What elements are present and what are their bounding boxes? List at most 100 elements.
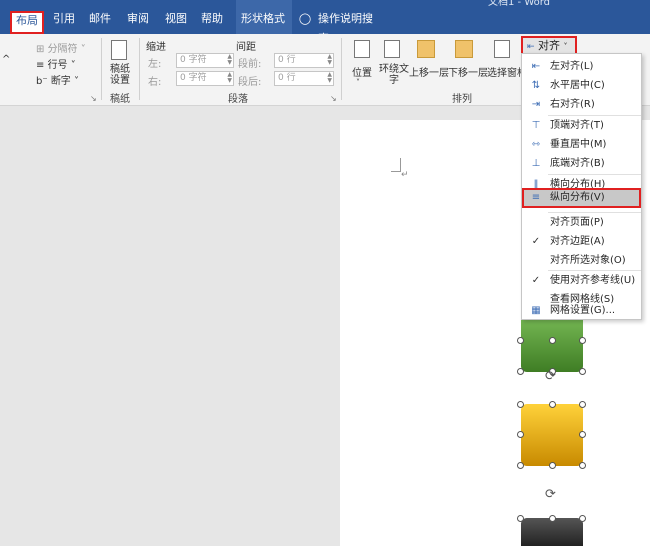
menu-item-label: 纵向分布(V): [550, 192, 605, 203]
menu-item-label: 右对齐(R): [550, 99, 595, 110]
chevron-down-icon: ˅: [563, 42, 568, 51]
window-title: 文档1 - Word: [488, 0, 551, 8]
resize-handle[interactable]: [517, 337, 524, 344]
resize-handle[interactable]: [517, 368, 524, 375]
checkmark-icon: ✓: [531, 275, 541, 286]
hyphenation-button[interactable]: b⁻ 断字 ˅: [36, 72, 79, 87]
manuscript-group-label: 稿纸: [110, 94, 130, 105]
tab-review[interactable]: 审阅: [126, 9, 150, 29]
resize-handle[interactable]: [549, 401, 556, 408]
indent-label: 缩进: [146, 42, 166, 53]
align-bottom-icon: ⊥: [531, 158, 541, 169]
tab-help[interactable]: 帮助: [200, 9, 224, 29]
indent-left-label: 左:: [148, 59, 162, 70]
align-left-icon: ⇤: [531, 61, 541, 72]
bring-forward-button[interactable]: 上移一层: [409, 64, 449, 79]
align-right-icon: ⇥: [531, 99, 541, 110]
position-icon: [354, 40, 370, 58]
indent-left-input[interactable]: 0 字符 ▲ ▼: [176, 53, 234, 68]
ribbon-separator: [101, 38, 102, 100]
align-label: 对齐: [538, 39, 561, 52]
selection-pane-icon: [494, 40, 510, 58]
menu-item-label: 对齐边距(A): [550, 236, 605, 247]
line-numbers-button[interactable]: ≡ 行号 ˅: [36, 56, 76, 71]
spacing-label: 间距: [236, 42, 256, 53]
resize-handle[interactable]: [549, 462, 556, 469]
menu-item-label: 网格设置(G)...: [550, 305, 616, 316]
paragraph-mark-icon: ↵: [401, 170, 409, 180]
menu-item-label: 左对齐(L): [550, 61, 594, 72]
tell-me-search[interactable]: 操作说明搜索: [318, 9, 378, 45]
send-backward-icon: [455, 40, 473, 58]
menu-item-align-selected[interactable]: 对齐所选对象(O): [522, 251, 641, 270]
tab-view[interactable]: 视图: [164, 9, 188, 29]
resize-handle[interactable]: [579, 515, 586, 522]
grid-settings-icon: ▦: [531, 305, 541, 316]
resize-handle[interactable]: [549, 515, 556, 522]
indent-right-input[interactable]: 0 字符 ▲ ▼: [176, 71, 234, 86]
hyphenation-label: 断字: [50, 76, 71, 87]
menu-item-grid-settings[interactable]: ▦ 网格设置(G)...: [522, 301, 641, 320]
align-middle-icon: ⇿: [531, 139, 541, 150]
align-center-icon: ⇅: [531, 80, 541, 91]
menu-item-distribute-vertical[interactable]: ≡ 纵向分布(V): [522, 188, 641, 208]
resize-handle[interactable]: [579, 368, 586, 375]
tab-layout[interactable]: 布局: [10, 11, 44, 34]
resize-handle[interactable]: [549, 337, 556, 344]
resize-handle[interactable]: [517, 401, 524, 408]
menu-item-align-top[interactable]: ⊤ 顶端对齐(T): [522, 116, 641, 135]
page-setup-launcher-icon[interactable]: ↘: [90, 94, 97, 103]
resize-handle[interactable]: [517, 462, 524, 469]
breaks-label: 分隔符: [47, 44, 78, 55]
menu-item-align-left[interactable]: ⇤ 左对齐(L): [522, 57, 641, 76]
indent-right-label: 右:: [148, 77, 162, 88]
ribbon-tab-bar: 文档1 - Word 布局 引用 邮件 审阅 视图 帮助 形状格式 ◯ 操作说明…: [0, 0, 650, 45]
menu-item-align-to-page[interactable]: 对齐页面(P): [522, 213, 641, 232]
spacing-after-label: 段后:: [238, 77, 262, 88]
menu-item-align-to-margin[interactable]: ✓ 对齐边距(A): [522, 232, 641, 251]
tab-references[interactable]: 引用: [52, 9, 76, 29]
shape-dark[interactable]: [521, 518, 583, 546]
resize-handle[interactable]: [579, 401, 586, 408]
menu-item-use-alignment-guides[interactable]: ✓ 使用对齐参考线(U): [522, 271, 641, 290]
resize-handle[interactable]: [579, 337, 586, 344]
menu-item-label: 使用对齐参考线(U): [550, 275, 636, 286]
spacing-before-input[interactable]: 0 行 ▲ ▼: [274, 53, 334, 68]
spacing-before-value: 0 行: [278, 55, 296, 65]
spacing-before-label: 段前:: [238, 59, 262, 70]
wrap-text-button[interactable]: 环绕文 字: [379, 64, 409, 86]
rotate-handle-icon[interactable]: ⟳: [545, 487, 556, 502]
position-chevron-icon[interactable]: ˅: [356, 78, 360, 87]
line-numbers-label: 行号: [47, 60, 68, 71]
bring-forward-icon: [417, 40, 435, 58]
menu-item-label: 底端对齐(B): [550, 158, 605, 169]
resize-handle[interactable]: [579, 431, 586, 438]
position-button[interactable]: 位置: [352, 64, 372, 79]
menu-item-label: 顶端对齐(T): [550, 120, 604, 131]
send-backward-button[interactable]: 下移一层: [448, 64, 488, 79]
resize-handle[interactable]: [579, 462, 586, 469]
manuscript-settings-button[interactable]: 稿纸 设置: [110, 64, 130, 86]
menu-item-align-center[interactable]: ⇅ 水平居中(C): [522, 76, 641, 95]
rotate-handle-icon[interactable]: ⟳: [545, 369, 556, 384]
paragraph-launcher-icon[interactable]: ↘: [330, 94, 337, 103]
resize-handle[interactable]: [517, 431, 524, 438]
menu-item-align-right[interactable]: ⇥ 右对齐(R): [522, 95, 641, 114]
shape-gold[interactable]: [521, 404, 583, 466]
indent-left-value: 0 字符: [180, 55, 207, 65]
margin-corner-mark: [391, 158, 401, 172]
resize-handle[interactable]: [517, 515, 524, 522]
spacing-after-input[interactable]: 0 行 ▲ ▼: [274, 71, 334, 86]
menu-item-align-bottom[interactable]: ⊥ 底端对齐(B): [522, 154, 641, 173]
breaks-button[interactable]: ⊞ 分隔符 ˅: [36, 40, 86, 55]
align-dropdown-menu: ⇤ 左对齐(L) ⇅ 水平居中(C) ⇥ 右对齐(R) ⊤ 顶端对齐(T) ⇿ 垂直居中(…: [521, 53, 642, 320]
lightbulb-icon: ◯: [298, 12, 312, 25]
menu-item-label: 垂直居中(M): [550, 139, 607, 150]
tab-mailings[interactable]: 邮件: [88, 9, 112, 29]
orientation-icon[interactable]: ^: [2, 54, 10, 65]
menu-item-align-middle[interactable]: ⇿ 垂直居中(M): [522, 135, 641, 154]
ribbon-separator: [341, 38, 342, 100]
tab-shape-format[interactable]: 形状格式: [238, 9, 288, 29]
align-top-icon: ⊤: [531, 120, 541, 131]
manuscript-icon: [111, 40, 127, 60]
